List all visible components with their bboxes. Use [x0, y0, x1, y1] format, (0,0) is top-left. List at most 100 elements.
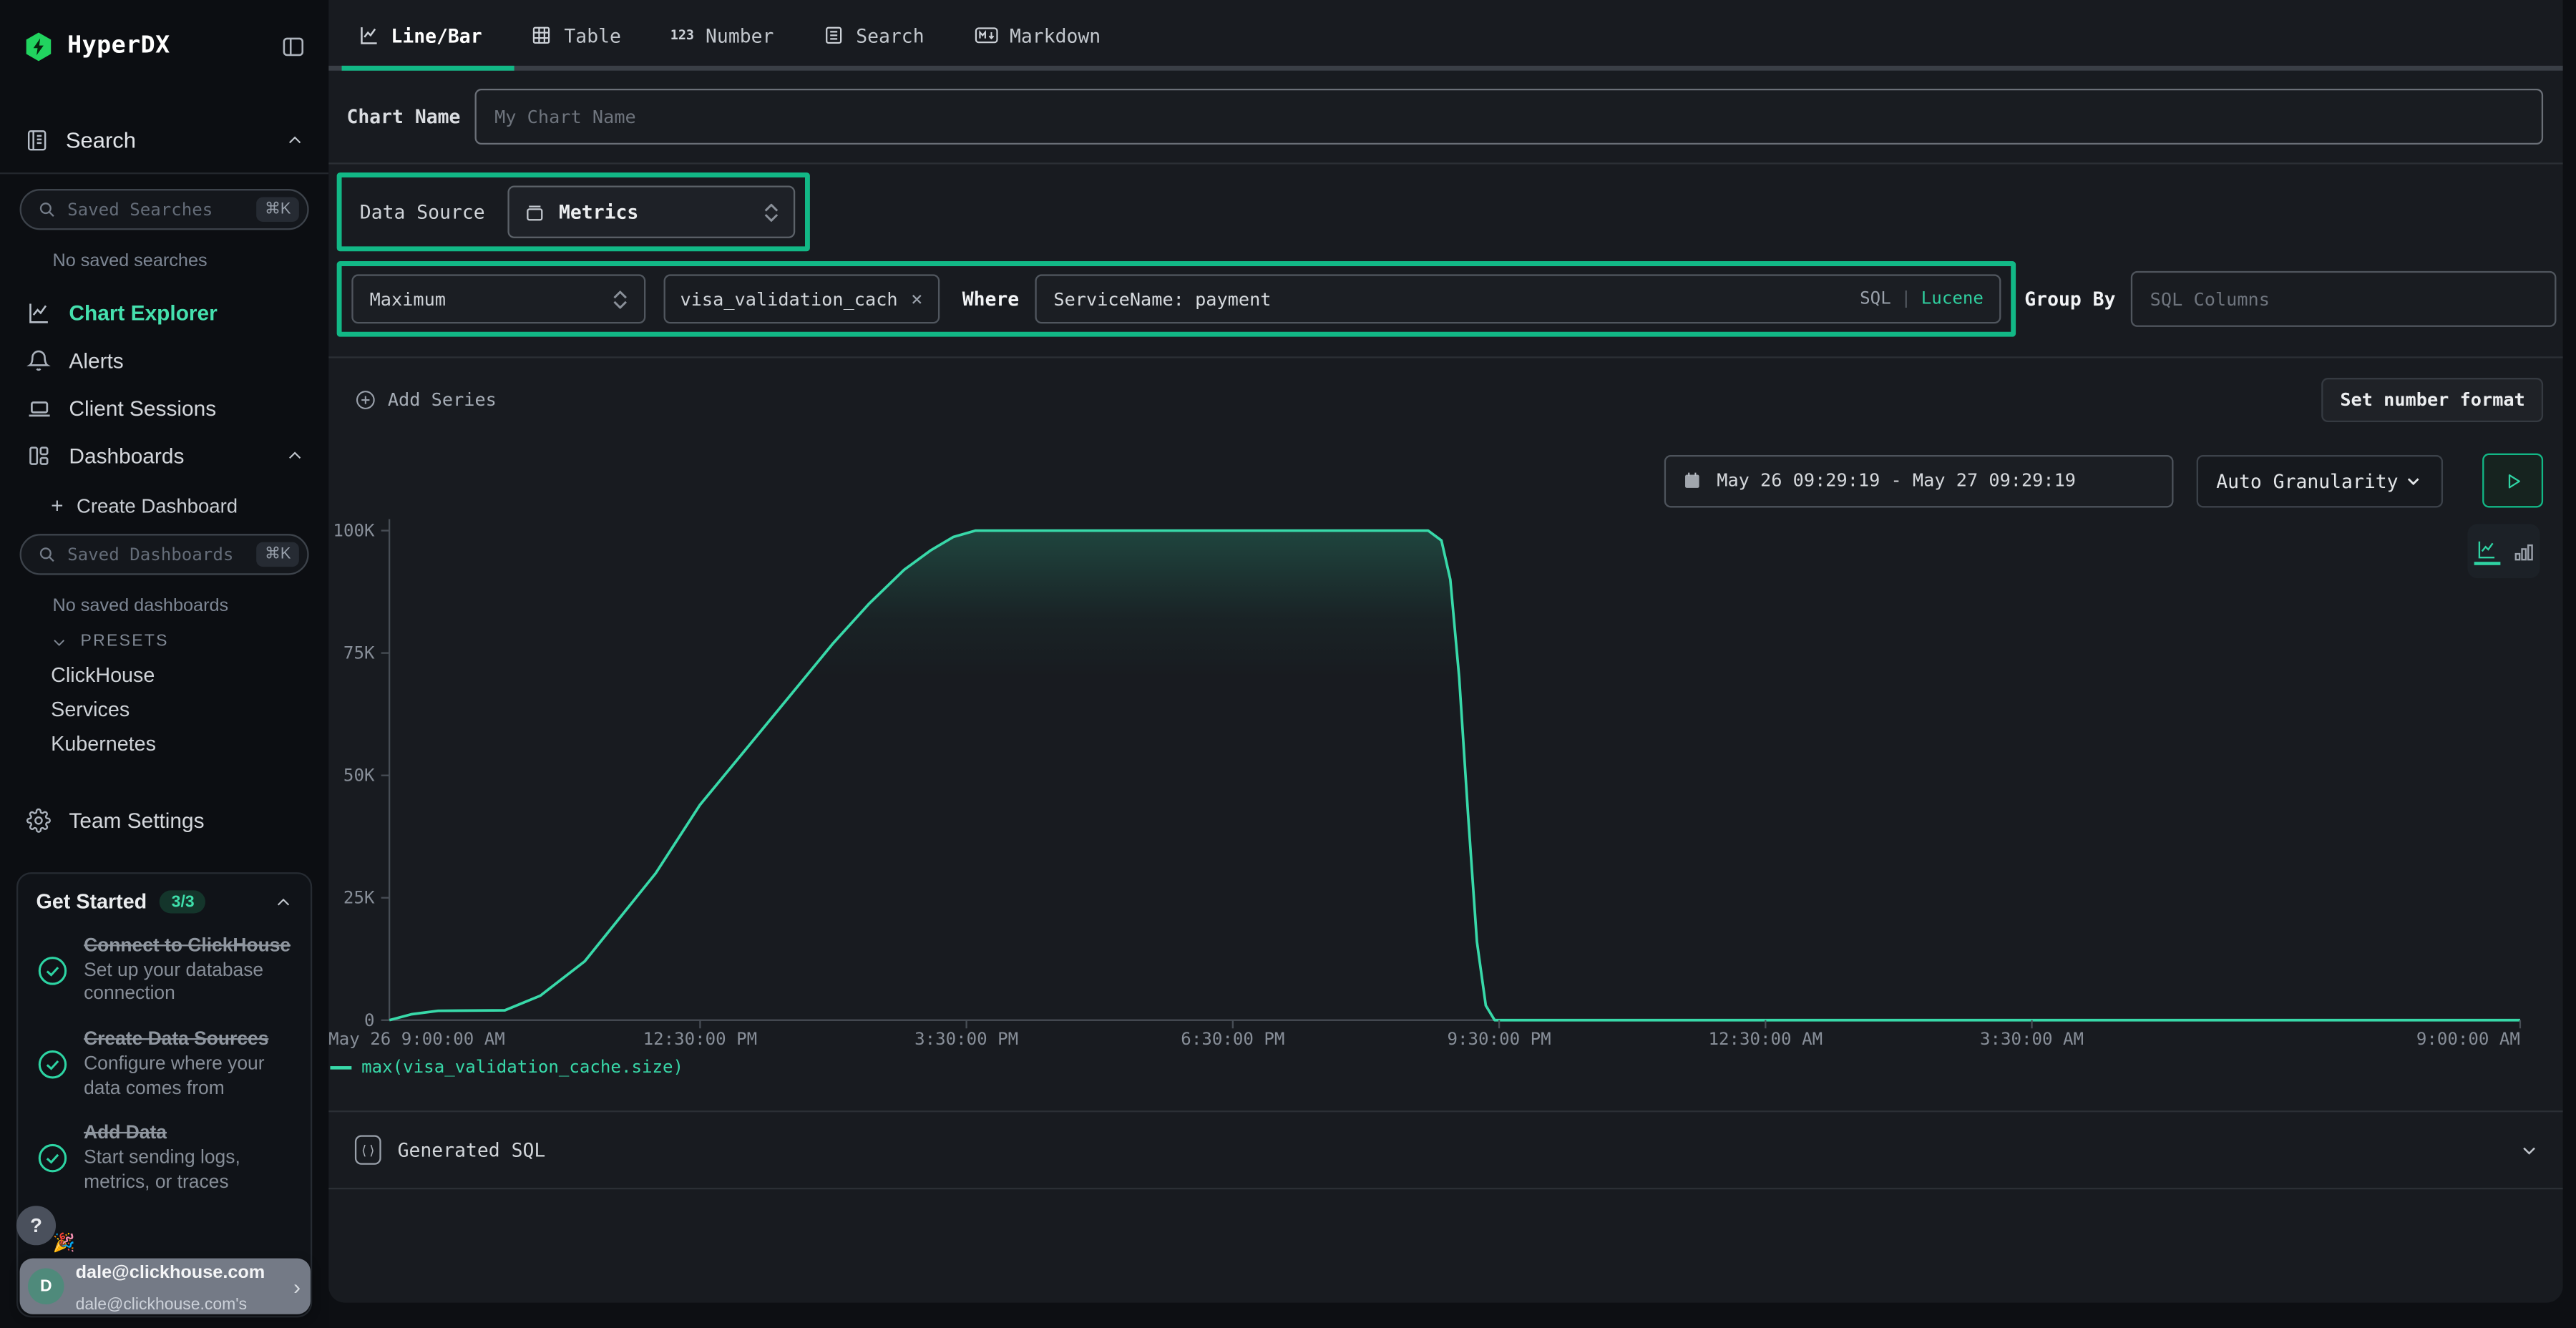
aggregation-select[interactable]: Maximum: [351, 274, 645, 323]
notebook-icon: [24, 127, 49, 152]
sidebar-item-dashboards[interactable]: Dashboards: [0, 432, 328, 480]
series-highlight-box: Maximum visa_validation_cach × Where SQL…: [337, 261, 2016, 337]
get-started-title: Get Started: [36, 890, 147, 913]
legend-line-swatch: [330, 1066, 351, 1070]
x-tick-label: 3:30:00 AM: [1980, 1029, 2084, 1049]
user-subtext: dale@clickhouse.com's: [76, 1296, 248, 1314]
sidebar-collapse-icon[interactable]: [281, 34, 306, 58]
chart-section: May 26 09:29:19 - May 27 09:29:19 Auto G…: [328, 454, 2562, 1110]
number-123-icon: 123: [670, 28, 694, 43]
lucene-mode-button[interactable]: Lucene: [1921, 289, 1984, 309]
presets-toggle[interactable]: PRESETS: [51, 633, 328, 650]
user-email: dale@clickhouse.com: [76, 1263, 265, 1283]
preset-services[interactable]: Services: [51, 692, 328, 726]
saved-searches-input[interactable]: ⌘K: [20, 189, 309, 230]
chevron-up-icon[interactable]: [286, 446, 303, 464]
get-started-header[interactable]: Get Started 3/3: [36, 890, 293, 913]
chart-legend: max(visa_validation_cache.size): [330, 1058, 683, 1078]
get-started-item-title: Add Data: [84, 1124, 167, 1144]
create-dashboard-label: Create Dashboard: [77, 494, 238, 517]
table-icon: [531, 24, 552, 46]
chevron-up-icon[interactable]: [286, 131, 303, 149]
series-area: [389, 531, 2520, 1020]
chart-name-row: Chart Name: [328, 71, 2562, 163]
data-source-select[interactable]: Metrics: [508, 185, 796, 238]
x-tick-label: 12:30:00 PM: [643, 1029, 758, 1049]
preset-kubernetes[interactable]: Kubernetes: [51, 726, 328, 761]
saved-dashboards-input[interactable]: ⌘K: [20, 534, 309, 575]
check-circle-icon: [36, 1048, 69, 1081]
tab-markdown[interactable]: Markdown: [973, 24, 1101, 47]
plus-circle-icon: [355, 389, 376, 410]
generated-sql-toggle[interactable]: ⟨⟩ Generated SQL: [328, 1112, 2562, 1188]
x-tick-label: 12:30:00 AM: [1709, 1029, 1823, 1049]
chart-name-label: Chart Name: [346, 105, 474, 128]
tab-line-bar[interactable]: Line/Bar: [358, 24, 482, 47]
sidebar-item-team-settings[interactable]: Team Settings: [0, 797, 328, 845]
search-icon: [38, 545, 56, 563]
data-source-label: Data Source: [360, 200, 485, 223]
date-range-picker[interactable]: May 26 09:29:19 - May 27 09:29:19: [1664, 454, 2174, 507]
main-panel: Line/Bar Table 123 Number Search: [328, 0, 2562, 1303]
user-menu[interactable]: D dale@clickhouse.com dale@clickhouse.co…: [20, 1259, 311, 1314]
where-input[interactable]: [1053, 288, 1860, 310]
metric-tag-chip[interactable]: visa_validation_cach ×: [664, 274, 940, 323]
x-tick-label: 6:30:00 PM: [1181, 1029, 1284, 1049]
run-query-button[interactable]: [2482, 454, 2543, 508]
chart-name-input[interactable]: [494, 106, 2523, 127]
remove-tag-icon[interactable]: ×: [911, 288, 923, 311]
presets-label: PRESETS: [81, 633, 169, 650]
help-button[interactable]: ?: [16, 1206, 56, 1245]
preset-clickhouse[interactable]: ClickHouse: [51, 657, 328, 691]
select-chevrons-icon: [721, 203, 779, 221]
sql-mode-button[interactable]: SQL: [1860, 289, 1891, 309]
archive-box-icon: [525, 201, 546, 223]
kbd-shortcut-badge: ⌘K: [257, 197, 299, 222]
search-icon: [38, 200, 56, 218]
play-icon: [2503, 471, 2523, 491]
gear-icon: [24, 809, 52, 833]
granularity-select[interactable]: Auto Granularity: [2197, 454, 2443, 507]
saved-dashboards-field[interactable]: [67, 545, 256, 565]
chevron-down-icon: [2519, 1139, 2540, 1161]
tab-search[interactable]: Search: [823, 24, 924, 47]
sidebar-item-label: Chart Explorer: [69, 301, 217, 325]
x-tick-label: May 26 9:00:00 AM: [328, 1029, 505, 1049]
app-title: HyperDX: [67, 33, 170, 59]
search-section-header[interactable]: Search: [0, 118, 328, 161]
sidebar-item-label: Dashboards: [69, 444, 184, 468]
avatar: D: [28, 1268, 64, 1304]
data-source-highlight-box: Data Source Metrics: [337, 172, 811, 251]
divider: [328, 162, 2562, 164]
kbd-shortcut-badge: ⌘K: [257, 542, 299, 567]
chevron-up-icon[interactable]: [274, 893, 292, 911]
get-started-item: Create Data Sources Configure where your…: [36, 1029, 293, 1101]
dashboard-grid-icon: [24, 444, 52, 468]
sidebar-item-alerts[interactable]: Alerts: [0, 337, 328, 385]
tab-number[interactable]: 123 Number: [670, 24, 774, 47]
logo-row: HyperDX: [0, 13, 328, 79]
sidebar-item-chart-explorer[interactable]: Chart Explorer: [0, 289, 328, 337]
tab-table[interactable]: Table: [531, 24, 620, 47]
tab-label: Table: [564, 24, 620, 47]
sidebar-item-client-sessions[interactable]: Client Sessions: [0, 384, 328, 432]
add-series-label: Add Series: [388, 389, 497, 410]
search-section-label: Search: [66, 127, 136, 152]
chevron-down-icon: [51, 633, 67, 650]
tab-underline-track: [328, 66, 2562, 71]
bell-icon: [24, 348, 52, 373]
set-number-format-button[interactable]: Set number format: [2322, 377, 2543, 421]
y-tick-label: 100K: [333, 521, 375, 541]
series-row: Maximum visa_validation_cach × Where SQL…: [328, 261, 2562, 337]
group-by-input[interactable]: [2150, 288, 2537, 310]
where-input-wrap: SQL | Lucene: [1035, 274, 2001, 323]
tab-label: Search: [856, 24, 924, 47]
date-range-value: May 26 09:29:19 - May 27 09:29:19: [1717, 470, 2076, 492]
create-dashboard-button[interactable]: + Create Dashboard: [51, 493, 328, 517]
add-series-button[interactable]: Add Series: [355, 389, 497, 410]
laptop-icon: [24, 395, 52, 421]
no-saved-dashboards-text: No saved dashboards: [52, 596, 328, 616]
saved-searches-field[interactable]: [67, 200, 256, 220]
y-tick-label: 25K: [343, 888, 375, 908]
get-started-item: Add Data Start sending logs, metrics, or…: [36, 1123, 293, 1195]
